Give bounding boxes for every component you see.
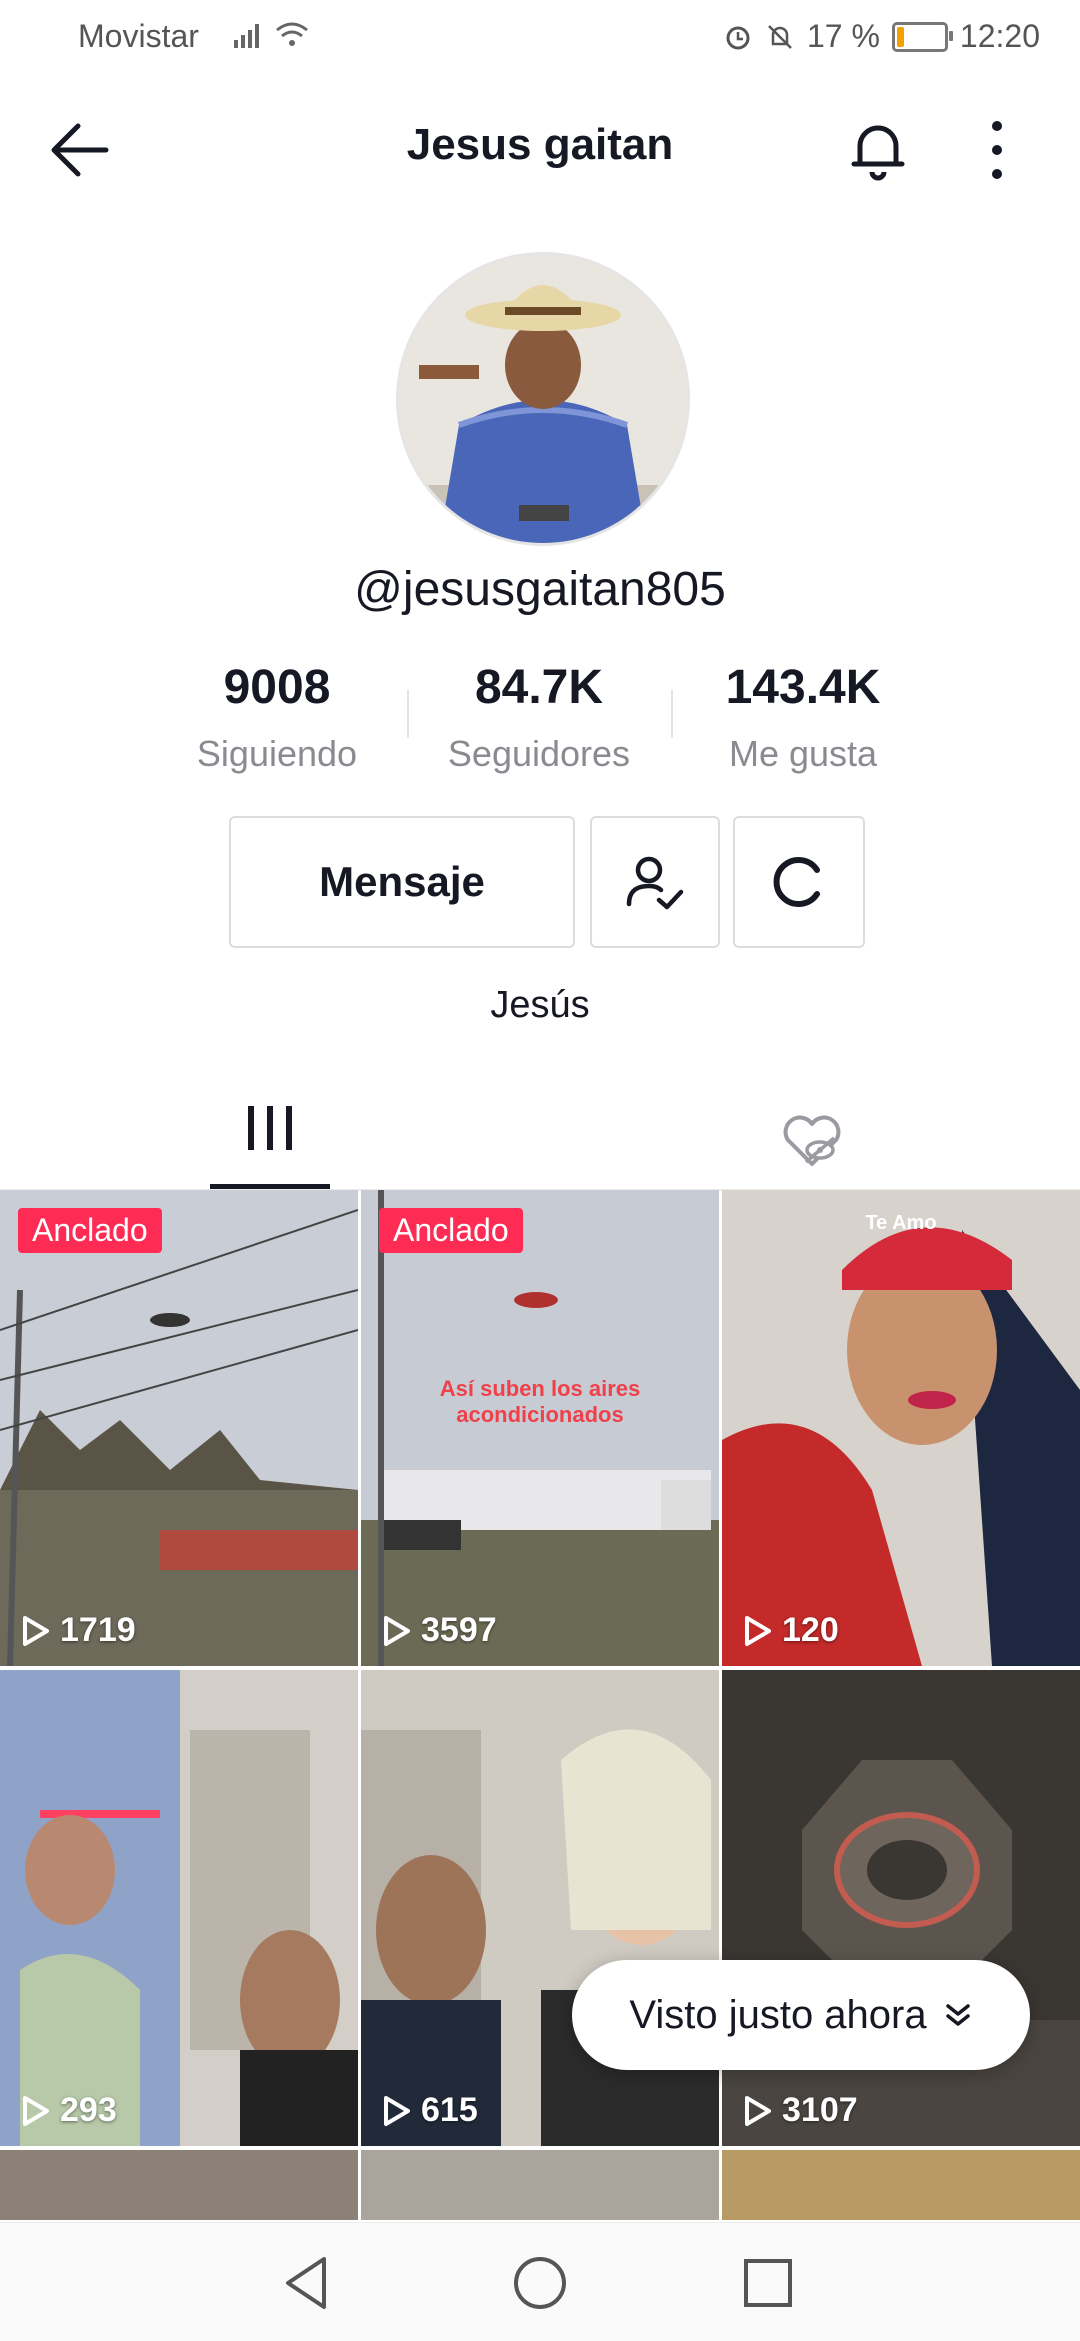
thumbnail-image bbox=[722, 1670, 1080, 2146]
play-icon bbox=[23, 2095, 49, 2126]
thumbnail-image bbox=[361, 1190, 719, 1666]
username: @jesusgaitan805 bbox=[354, 563, 726, 616]
view-count-value: 615 bbox=[421, 2091, 478, 2129]
nav-recents-icon[interactable] bbox=[736, 2251, 800, 2315]
view-count: 1719 bbox=[18, 1611, 136, 1650]
view-count: 3107 bbox=[740, 2091, 858, 2130]
video-thumbnail[interactable]: Te Amo 120 bbox=[722, 1190, 1080, 1666]
double-chevron-down-icon bbox=[945, 2004, 970, 2026]
view-count: 120 bbox=[740, 1611, 839, 1650]
nav-home-icon[interactable] bbox=[508, 2251, 572, 2315]
nav-back-icon[interactable] bbox=[276, 2251, 340, 2315]
system-nav-bar bbox=[0, 2222, 1080, 2341]
stat-value: 9008 bbox=[223, 661, 331, 714]
play-icon bbox=[745, 1615, 771, 1646]
video-caption: Así suben los aires acondicionados bbox=[439, 1376, 641, 1427]
view-count-value: 1719 bbox=[60, 1611, 136, 1649]
stat-label: Siguiendo bbox=[196, 733, 358, 774]
stat-value: 84.7K bbox=[474, 661, 604, 714]
play-icon bbox=[384, 2095, 410, 2126]
thumbnail-image bbox=[0, 1190, 358, 1666]
view-count-value: 293 bbox=[60, 2091, 117, 2129]
profile-tabs bbox=[0, 1090, 1080, 1190]
battery-icon bbox=[891, 21, 953, 52]
view-count: 615 bbox=[379, 2091, 478, 2130]
thumbnail-image bbox=[722, 1190, 1080, 1666]
avatar[interactable] bbox=[396, 252, 690, 546]
video-caption: Te Amo bbox=[865, 1212, 937, 1234]
refresh-button[interactable] bbox=[733, 816, 865, 948]
more-options-icon[interactable] bbox=[972, 116, 1022, 184]
video-thumbnail[interactable]: 293 bbox=[0, 1670, 358, 2146]
seen-just-now-button[interactable]: Visto justo ahora bbox=[572, 1960, 1030, 2070]
video-thumbnail[interactable] bbox=[361, 2150, 719, 2220]
profile-header: Jesus gaitan bbox=[0, 90, 1080, 210]
stat-following[interactable]: 9008 Siguiendo bbox=[147, 660, 407, 775]
video-thumbnail[interactable] bbox=[722, 2150, 1080, 2220]
pinned-badge: Anclado bbox=[379, 1208, 523, 1253]
seen-pill-label: Visto justo ahora bbox=[629, 1992, 927, 2037]
bell-icon[interactable] bbox=[844, 116, 912, 184]
following-button[interactable] bbox=[590, 816, 720, 948]
status-bar: Movistar 17 % 12:20 bbox=[0, 0, 1080, 72]
message-button[interactable]: Mensaje bbox=[229, 816, 575, 948]
video-thumbnail[interactable]: 3107 bbox=[722, 1670, 1080, 2146]
liked-hidden-heart-icon[interactable] bbox=[776, 1104, 848, 1176]
alarm-icon bbox=[726, 26, 750, 49]
avatar-image bbox=[399, 255, 687, 543]
view-count: 293 bbox=[18, 2091, 117, 2130]
video-thumbnail[interactable]: Anclado 1719 bbox=[0, 1190, 358, 1666]
user-check-icon bbox=[626, 856, 684, 910]
video-thumbnail[interactable]: Anclado Así suben los aires acondicionad… bbox=[361, 1190, 719, 1666]
profile-stats: 9008 Siguiendo 84.7K Seguidores 143.4K M… bbox=[0, 660, 1080, 780]
view-count-value: 120 bbox=[782, 1611, 839, 1649]
carrier-name: Movistar bbox=[78, 18, 199, 54]
pinned-badge: Anclado bbox=[18, 1208, 162, 1253]
stat-label: Me gusta bbox=[728, 733, 878, 774]
play-icon bbox=[23, 1615, 49, 1646]
status-right: 17 % 12:20 bbox=[723, 18, 1040, 55]
stat-label: Seguidores bbox=[447, 733, 631, 774]
view-count-value: 3597 bbox=[421, 1611, 497, 1649]
signal-wifi-icon bbox=[234, 22, 308, 48]
stat-likes[interactable]: 143.4K Me gusta bbox=[673, 660, 933, 775]
stat-value: 143.4K bbox=[725, 661, 881, 714]
view-count-value: 3107 bbox=[782, 2091, 858, 2129]
clock: 12:20 bbox=[959, 18, 1040, 54]
view-count: 3597 bbox=[379, 1611, 497, 1650]
play-icon bbox=[745, 2095, 771, 2126]
profile-bio: Jesús bbox=[490, 984, 590, 1026]
play-icon bbox=[384, 1615, 410, 1646]
videos-grid-icon[interactable] bbox=[210, 1090, 330, 1190]
page-title: Jesus gaitan bbox=[406, 120, 674, 169]
mute-bell-icon bbox=[768, 24, 792, 49]
battery-percent: 17 % bbox=[806, 18, 880, 54]
refresh-icon bbox=[773, 857, 820, 907]
thumbnail-image bbox=[361, 1670, 719, 2146]
thumbnail-image bbox=[0, 1670, 358, 2146]
stat-followers[interactable]: 84.7K Seguidores bbox=[409, 660, 669, 775]
video-thumbnail[interactable]: 615 bbox=[361, 1670, 719, 2146]
video-thumbnail[interactable] bbox=[0, 2150, 358, 2220]
